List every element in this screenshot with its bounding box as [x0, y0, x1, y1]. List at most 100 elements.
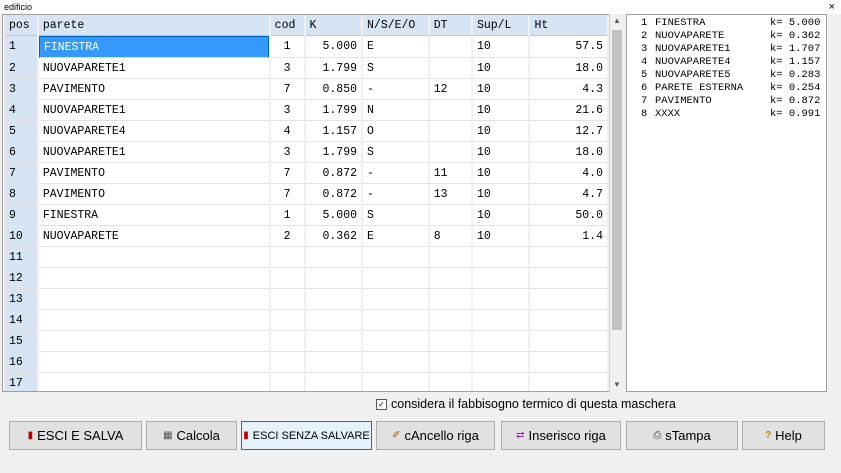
grid-cell-parete[interactable]	[38, 268, 269, 289]
grid-cell-sup-l[interactable]	[472, 247, 529, 268]
grid-cell-cod[interactable]	[270, 373, 304, 391]
column-header-cod[interactable]: cod	[270, 15, 304, 36]
grid-cell-dt[interactable]	[429, 352, 471, 373]
grid-cell-n-s-e-o[interactable]: E	[363, 36, 428, 58]
grid-cell-parete[interactable]	[38, 247, 269, 268]
grid-cell-n-s-e-o[interactable]: N	[363, 100, 428, 121]
list-item[interactable]: 3 NUOVAPARETE1 k= 1.707	[627, 43, 826, 56]
table-row[interactable]: 9 FINESTRA 1 5.000 S 10 50.0	[5, 205, 607, 226]
grid-cell-dt[interactable]	[429, 268, 471, 289]
scroll-up-icon[interactable]: ▲	[610, 14, 624, 28]
row-number-cell[interactable]: 13	[5, 289, 37, 310]
grid-cell-k[interactable]: 0.872	[305, 163, 362, 184]
row-number-cell[interactable]: 7	[5, 163, 37, 184]
data-grid[interactable]: pos parete cod K N/S/E/O DT Sup/L Ht 1 FINESTRA 1…	[2, 14, 610, 392]
grid-cell-n-s-e-o[interactable]: S	[363, 142, 428, 163]
column-header-dt[interactable]: DT	[429, 15, 471, 36]
grid-cell-n-s-e-o[interactable]	[363, 247, 428, 268]
grid-cell-parete[interactable]: NUOVAPARETE	[38, 226, 269, 247]
grid-cell-sup-l[interactable]: 10	[472, 205, 529, 226]
grid-cell-cod[interactable]	[270, 310, 304, 331]
grid-cell-k[interactable]: 5.000	[305, 36, 362, 58]
list-item[interactable]: 5 NUOVAPARETE5 k= 0.283	[627, 69, 826, 82]
grid-cell-dt[interactable]: 11	[429, 163, 471, 184]
grid-cell-dt[interactable]	[429, 289, 471, 310]
grid-cell-dt[interactable]	[429, 142, 471, 163]
grid-cell-n-s-e-o[interactable]: -	[363, 184, 428, 205]
grid-cell-n-s-e-o[interactable]	[363, 352, 428, 373]
grid-cell-parete[interactable]: PAVIMENTO	[38, 79, 269, 100]
grid-cell-sup-l[interactable]: 10	[472, 58, 529, 79]
table-row[interactable]: 7 PAVIMENTO 7 0.872-11 10 4.0	[5, 163, 607, 184]
row-number-cell[interactable]: 12	[5, 268, 37, 289]
table-row[interactable]: 2 NUOVAPARETE1 3 1.799 S 10 18.0	[5, 58, 607, 79]
grid-cell-parete[interactable]: NUOVAPARETE1	[38, 142, 269, 163]
row-number-cell[interactable]: 6	[5, 142, 37, 163]
grid-cell-k[interactable]: 0.872	[305, 184, 362, 205]
column-header-k[interactable]: K	[305, 15, 362, 36]
table-row[interactable]: 16	[5, 352, 607, 373]
grid-cell-k[interactable]	[305, 268, 362, 289]
grid-cell-dt[interactable]	[429, 373, 471, 391]
grid-cell-ht[interactable]: 50.0	[530, 205, 607, 226]
grid-cell-parete[interactable]: FINESTRA	[38, 205, 269, 226]
scroll-down-icon[interactable]: ▼	[610, 378, 624, 392]
grid-cell-n-s-e-o[interactable]	[363, 373, 428, 391]
grid-cell-ht[interactable]	[530, 247, 607, 268]
row-number-cell[interactable]: 2	[5, 58, 37, 79]
grid-cell-sup-l[interactable]: 10	[472, 184, 529, 205]
grid-cell-n-s-e-o[interactable]: S	[363, 205, 428, 226]
calcola-button[interactable]: ▦ Calcola	[146, 421, 237, 450]
row-number-cell[interactable]: 10	[5, 226, 37, 247]
grid-cell-k[interactable]: 1.799	[305, 58, 362, 79]
grid-cell-sup-l[interactable]	[472, 352, 529, 373]
grid-cell-sup-l[interactable]: 10	[472, 163, 529, 184]
row-number-cell[interactable]: 15	[5, 331, 37, 352]
grid-cell-parete[interactable]	[38, 331, 269, 352]
grid-cell-parete[interactable]: PAVIMENTO	[38, 163, 269, 184]
grid-cell-n-s-e-o[interactable]: O	[363, 121, 428, 142]
row-number-cell[interactable]: 4	[5, 100, 37, 121]
grid-cell-k[interactable]: 0.362	[305, 226, 362, 247]
grid-cell-sup-l[interactable]: 10	[472, 226, 529, 247]
grid-cell-n-s-e-o[interactable]	[363, 310, 428, 331]
row-number-cell[interactable]: 11	[5, 247, 37, 268]
grid-cell-ht[interactable]	[530, 310, 607, 331]
grid-cell-parete[interactable]	[38, 310, 269, 331]
row-number-cell[interactable]: 1	[5, 36, 37, 58]
grid-cell-sup-l[interactable]: 10	[472, 121, 529, 142]
grid-cell-dt[interactable]	[429, 36, 471, 58]
table-row[interactable]: 8 PAVIMENTO 7 0.872-13 10 4.7	[5, 184, 607, 205]
grid-cell-ht[interactable]: 4.3	[530, 79, 607, 100]
grid-cell-dt[interactable]	[429, 205, 471, 226]
table-row[interactable]: 14	[5, 310, 607, 331]
grid-cell-cod[interactable]: 1	[270, 205, 304, 226]
grid-cell-k[interactable]	[305, 247, 362, 268]
grid-cell-ht[interactable]	[530, 352, 607, 373]
table-row[interactable]: 11	[5, 247, 607, 268]
grid-cell-ht[interactable]	[530, 289, 607, 310]
grid-cell-ht[interactable]	[530, 268, 607, 289]
row-number-cell[interactable]: 16	[5, 352, 37, 373]
grid-cell-cod[interactable]: 1	[270, 36, 304, 58]
grid-cell-k[interactable]: 5.000	[305, 205, 362, 226]
grid-cell-n-s-e-o[interactable]: -	[363, 163, 428, 184]
grid-scrollbar[interactable]: ▲ ▼	[609, 14, 624, 392]
grid-cell-n-s-e-o[interactable]	[363, 268, 428, 289]
list-item[interactable]: 2 NUOVAPARETE k= 0.362	[627, 30, 826, 43]
grid-cell-dt[interactable]	[429, 121, 471, 142]
table-row[interactable]: 3 PAVIMENTO 7 0.850-12 10 4.3	[5, 79, 607, 100]
grid-cell-dt[interactable]	[429, 100, 471, 121]
grid-cell-ht[interactable]: 21.6	[530, 100, 607, 121]
grid-cell-dt[interactable]	[429, 247, 471, 268]
grid-cell-cod[interactable]: 3	[270, 58, 304, 79]
grid-cell-sup-l[interactable]: 10	[472, 142, 529, 163]
table-row[interactable]: 5 NUOVAPARETE4 4 1.157 O 10 12.7	[5, 121, 607, 142]
grid-cell-dt[interactable]	[429, 58, 471, 79]
grid-cell-cod[interactable]: 7	[270, 184, 304, 205]
cancello-riga-button[interactable]: ✐ cAncello riga	[376, 421, 495, 450]
grid-cell-k[interactable]: 1.799	[305, 100, 362, 121]
grid-cell-k[interactable]: 0.850	[305, 79, 362, 100]
grid-cell-k[interactable]	[305, 373, 362, 391]
esci-e-salva-button[interactable]: ▮ ESCI E SALVA	[9, 421, 142, 450]
